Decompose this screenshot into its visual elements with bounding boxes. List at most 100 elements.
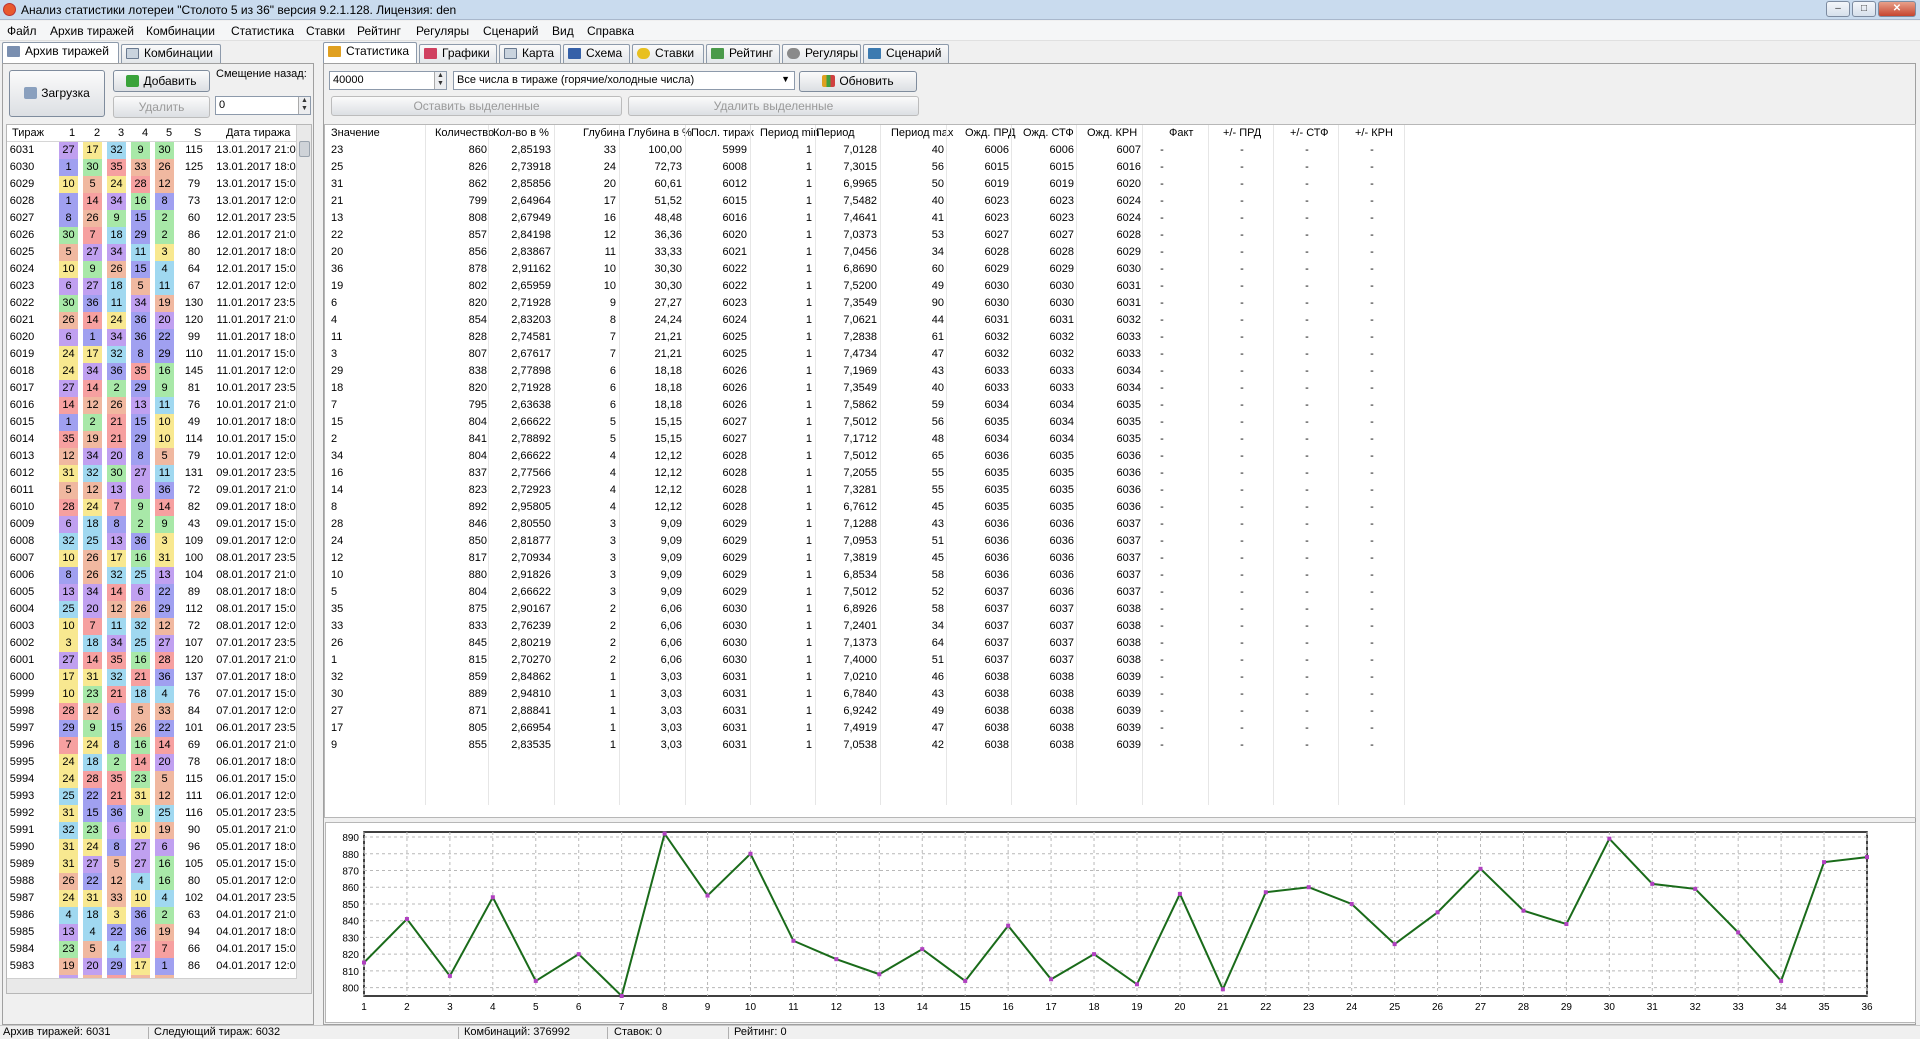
- draw-row[interactable]: 6003 10 7 11 32 12 72 08.01.2017 12:0: [7, 618, 297, 635]
- stats-row[interactable]: 1 815 2,70270 2 6,06 6030 1 7,4000 51 6037 6037 603…: [325, 652, 1915, 669]
- draw-row[interactable]: 6023 6 27 18 5 11 67 12.01.2017 12:0: [7, 278, 297, 295]
- draw-row[interactable]: 5993 25 22 21 31 12 111 06.01.2017 12:0: [7, 788, 297, 805]
- draw-count-input[interactable]: 40000 ▲ ▼: [329, 71, 447, 90]
- stats-row[interactable]: 2 841 2,78892 5 15,15 6027 1 7,1712 48 6034 6034 60…: [325, 431, 1915, 448]
- draw-row[interactable]: 5983 19 20 29 17 1 86 04.01.2017 12:0: [7, 958, 297, 975]
- stats-row[interactable]: 12 817 2,70934 3 9,09 6029 1 7,3819 45 6036 6036 60…: [325, 550, 1915, 567]
- draw-row[interactable]: 5990 31 24 8 27 6 96 05.01.2017 18:0: [7, 839, 297, 856]
- stats-row[interactable]: 26 845 2,80219 2 6,06 6030 1 7,1373 64 6037 6037 60…: [325, 635, 1915, 652]
- stats-row[interactable]: 30 889 2,94810 1 3,03 6031 1 6,7840 43 6038 6038 60…: [325, 686, 1915, 703]
- draw-row[interactable]: 5998 28 12 6 5 33 84 07.01.2017 12:0: [7, 703, 297, 720]
- stats-col-header[interactable]: Значение: [331, 127, 380, 139]
- draw-row[interactable]: 6028 1 14 34 16 8 73 13.01.2017 12:0: [7, 193, 297, 210]
- col-n5[interactable]: 5: [166, 127, 172, 139]
- menu-file[interactable]: Файл: [7, 24, 37, 38]
- stats-row[interactable]: 31 862 2,85856 20 60,61 6012 1 6,9965 50 6019 6019…: [325, 176, 1915, 193]
- draw-row[interactable]: 6013 12 34 20 8 5 79 10.01.2017 12:0: [7, 448, 297, 465]
- stats-col-header[interactable]: Ожд. СТФ: [1023, 127, 1074, 139]
- draws-vscroll[interactable]: [296, 125, 311, 993]
- stats-col-header[interactable]: Ожд. КРН: [1087, 127, 1137, 139]
- draw-row[interactable]: 6018 24 34 36 35 16 145 11.01.2017 12:0: [7, 363, 297, 380]
- menu-bets[interactable]: Ставки: [306, 24, 345, 38]
- draw-row[interactable]: 6008 32 25 13 36 3 109 09.01.2017 12:0: [7, 533, 297, 550]
- stats-row[interactable]: 32 859 2,84862 1 3,03 6031 1 7,0210 46 6038 6038 60…: [325, 669, 1915, 686]
- tab-map[interactable]: Карта: [499, 44, 561, 63]
- refresh-button[interactable]: Обновить: [799, 71, 917, 92]
- tab-draw-archive[interactable]: Архив тиражей: [2, 42, 119, 63]
- stats-col-header[interactable]: +/- КРН: [1355, 127, 1393, 139]
- draw-row[interactable]: 6000 17 31 32 21 36 137 07.01.2017 18:0: [7, 669, 297, 686]
- stats-row[interactable]: 17 805 2,66954 1 3,03 6031 1 7,4919 47 6038 6038 60…: [325, 720, 1915, 737]
- draw-row[interactable]: 5987 24 31 33 10 4 102 04.01.2017 23:5: [7, 890, 297, 907]
- stats-row[interactable]: 5 804 2,66622 3 9,09 6029 1 7,5012 52 6037 6036 603…: [325, 584, 1915, 601]
- stats-col-header[interactable]: Глубина в %: [628, 127, 692, 139]
- draw-row[interactable]: 6011 5 12 13 6 36 72 09.01.2017 21:0: [7, 482, 297, 499]
- stats-row[interactable]: 8 892 2,95805 4 12,12 6028 1 6,7612 45 6035 6035 60…: [325, 499, 1915, 516]
- draw-row[interactable]: 6026 30 7 18 29 2 86 12.01.2017 21:0: [7, 227, 297, 244]
- draw-row[interactable]: 5995 24 18 2 14 20 78 06.01.2017 18:0: [7, 754, 297, 771]
- draw-row[interactable]: 6012 31 32 30 27 11 131 09.01.2017 23:5: [7, 465, 297, 482]
- draw-row[interactable]: 6014 35 19 21 29 10 114 10.01.2017 15:0: [7, 431, 297, 448]
- add-button[interactable]: Добавить: [113, 70, 210, 92]
- draw-row[interactable]: 6025 5 27 34 11 3 80 12.01.2017 18:0: [7, 244, 297, 261]
- close-button[interactable]: ✕: [1878, 1, 1916, 17]
- stats-row[interactable]: 11 828 2,74581 7 21,21 6025 1 7,2838 61 6032 6032 6…: [325, 329, 1915, 346]
- menu-statistics[interactable]: Статистика: [231, 24, 294, 38]
- tab-regulars[interactable]: Регуляры: [782, 44, 861, 63]
- draw-row[interactable]: 6015 1 2 21 15 10 49 10.01.2017 18:0: [7, 414, 297, 431]
- draw-row[interactable]: 6021 26 14 24 36 20 120 11.01.2017 21:0: [7, 312, 297, 329]
- offset-input[interactable]: 0 ▲ ▼: [215, 96, 311, 115]
- stats-row[interactable]: 19 802 2,65959 10 30,30 6022 1 7,5200 49 6030 6030…: [325, 278, 1915, 295]
- stats-row[interactable]: 21 799 2,64964 17 51,52 6015 1 7,5482 40 6023 6023…: [325, 193, 1915, 210]
- stats-row[interactable]: 35 875 2,90167 2 6,06 6030 1 6,8926 58 6037 6037 60…: [325, 601, 1915, 618]
- offset-spinner[interactable]: ▲ ▼: [298, 97, 310, 114]
- minimize-button[interactable]: ‒: [1826, 1, 1850, 17]
- stats-row[interactable]: 6 820 2,71928 9 27,27 6023 1 7,3549 90 6030 6030 60…: [325, 295, 1915, 312]
- tab-scheme[interactable]: Схема: [563, 44, 630, 63]
- menu-regulars[interactable]: Регуляры: [416, 24, 469, 38]
- col-date[interactable]: Дата тиража: [226, 127, 290, 139]
- draw-row[interactable]: 5984 23 5 4 27 7 66 04.01.2017 15:0: [7, 941, 297, 958]
- draw-row[interactable]: 5996 7 24 8 16 14 69 06.01.2017 21:0: [7, 737, 297, 754]
- draw-row[interactable]: 6010 28 24 7 9 14 82 09.01.2017 18:0: [7, 499, 297, 516]
- draw-row[interactable]: 6016 14 12 26 13 11 76 10.01.2017 21:0: [7, 397, 297, 414]
- stats-row[interactable]: 14 823 2,72923 4 12,12 6028 1 7,3281 55 6035 6035 6…: [325, 482, 1915, 499]
- stats-row[interactable]: 33 833 2,76239 2 6,06 6030 1 7,2401 34 6037 6037 60…: [325, 618, 1915, 635]
- col-n1[interactable]: 1: [69, 127, 75, 139]
- stats-col-header[interactable]: Кол-во в %: [493, 127, 549, 139]
- draw-row[interactable]: 5988 26 22 12 4 16 80 05.01.2017 12:0: [7, 873, 297, 890]
- stats-col-header[interactable]: Посл. тираж: [691, 127, 754, 139]
- draw-row[interactable]: 5994 24 28 35 23 5 115 06.01.2017 15:0: [7, 771, 297, 788]
- draw-row[interactable]: 6030 1 30 35 33 26 125 13.01.2017 18:0: [7, 159, 297, 176]
- stats-row[interactable]: 36 878 2,91162 10 30,30 6022 1 6,8690 60 6029 6029…: [325, 261, 1915, 278]
- menu-help[interactable]: Справка: [587, 24, 634, 38]
- col-n3[interactable]: 3: [118, 127, 124, 139]
- col-draw[interactable]: Тираж: [12, 127, 44, 139]
- draw-row[interactable]: 5992 31 15 36 9 25 116 05.01.2017 23:5: [7, 805, 297, 822]
- draw-row[interactable]: 6020 6 1 34 36 22 99 11.01.2017 18:0: [7, 329, 297, 346]
- draw-row[interactable]: 6029 10 5 24 28 12 79 13.01.2017 15:0: [7, 176, 297, 193]
- delete-button[interactable]: Удалить: [113, 96, 210, 118]
- draw-count-spinner[interactable]: ▲ ▼: [434, 72, 446, 89]
- stats-row[interactable]: 16 837 2,77566 4 12,12 6028 1 7,2055 55 6035 6035 6…: [325, 465, 1915, 482]
- col-n2[interactable]: 2: [94, 127, 100, 139]
- stats-row[interactable]: 23 860 2,85193 33 100,00 5999 1 7,0128 40 6006 600…: [325, 142, 1915, 159]
- draw-row[interactable]: 6009 6 18 8 2 9 43 09.01.2017 15:0: [7, 516, 297, 533]
- stats-row[interactable]: 4 854 2,83203 8 24,24 6024 1 7,0621 44 6031 6031 60…: [325, 312, 1915, 329]
- stats-row[interactable]: 27 871 2,88841 1 3,03 6031 1 6,9242 49 6038 6038 60…: [325, 703, 1915, 720]
- menu-view[interactable]: Вид: [552, 24, 574, 38]
- stats-row[interactable]: 9 855 2,83535 1 3,03 6031 1 7,0538 42 6038 6038 603…: [325, 737, 1915, 754]
- draw-row[interactable]: 6001 27 14 35 16 28 120 07.01.2017 21:0: [7, 652, 297, 669]
- stats-col-header[interactable]: Количество: [435, 127, 494, 139]
- stats-row[interactable]: 28 846 2,80550 3 9,09 6029 1 7,1288 43 6036 6036 60…: [325, 516, 1915, 533]
- load-button[interactable]: Загрузка: [9, 70, 105, 117]
- draw-row[interactable]: 5985 13 4 22 36 19 94 04.01.2017 18:0: [7, 924, 297, 941]
- stats-row[interactable]: 10 880 2,91826 3 9,09 6029 1 6,8534 58 6036 6036 60…: [325, 567, 1915, 584]
- col-n4[interactable]: 4: [142, 127, 148, 139]
- draw-row[interactable]: 6004 25 20 12 26 29 112 08.01.2017 15:0: [7, 601, 297, 618]
- menu-combinations[interactable]: Комбинации: [146, 24, 215, 38]
- stats-col-header[interactable]: +/- СТФ: [1290, 127, 1329, 139]
- stats-col-header[interactable]: Факт: [1169, 127, 1193, 139]
- tab-bets[interactable]: Ставки: [632, 44, 704, 63]
- stats-row[interactable]: 20 856 2,83867 11 33,33 6021 1 7,0456 34 6028 6028…: [325, 244, 1915, 261]
